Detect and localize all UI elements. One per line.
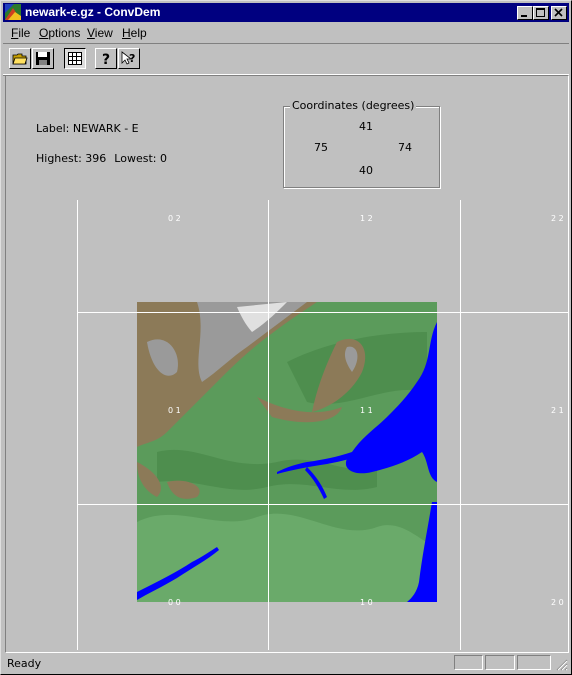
elevation-range: Highest: 396 Lowest: 0 [36,152,175,165]
coord-north: 41 [359,120,373,133]
title-bar[interactable]: newark-e.gz - ConvDem [3,3,569,22]
elevation-map[interactable] [137,302,437,602]
coord-east: 74 [398,141,412,154]
status-pane [454,655,483,670]
grid-line-v1 [268,200,269,650]
menu-options[interactable]: Options [39,26,80,40]
app-icon[interactable] [5,4,21,20]
menu-help[interactable]: Help [122,26,147,40]
app-window: newark-e.gz - ConvDem File Options View … [0,0,572,675]
folder-open-icon [12,53,28,65]
status-text: Ready [7,657,42,670]
grid-label: 1 0 [360,598,373,607]
save-button[interactable] [32,48,54,69]
svg-text:?: ? [129,52,135,65]
open-button[interactable] [9,48,31,69]
grid-line-h1 [77,504,568,505]
context-help-button[interactable]: ? [118,48,140,69]
coord-south: 40 [359,164,373,177]
menu-view[interactable]: View [87,26,113,40]
grid-label: 1 2 [360,214,373,223]
grid-label: 2 0 [551,598,564,607]
maximize-icon [536,8,545,17]
minimize-button[interactable] [517,6,533,20]
dem-label: Label: NEWARK - E [36,122,139,135]
grid-label: 2 2 [551,214,564,223]
grid-label: 2 1 [551,406,564,415]
grid-label: 0 2 [168,214,181,223]
window-title: newark-e.gz - ConvDem [25,5,161,19]
pointer-help-icon: ? [121,51,135,65]
grid-label: 0 0 [168,598,181,607]
close-button[interactable] [551,6,567,20]
dem-view[interactable]: Label: NEWARK - E Highest: 396 Lowest: 0 … [5,75,569,653]
grid-icon [68,52,82,65]
status-pane [517,655,551,670]
toolbar: ? ? [3,43,569,75]
coordinates-title: Coordinates (degrees) [290,99,417,112]
status-pane [485,655,515,670]
grid-label: 0 1 [168,406,181,415]
coord-west: 75 [314,141,328,154]
grid-line-h0 [77,312,568,313]
minimize-icon [521,15,527,17]
grid-line-v0 [77,200,78,650]
resize-grip-icon[interactable] [556,659,568,671]
about-button[interactable]: ? [95,48,117,69]
lowest-elevation: Lowest: 0 [114,152,167,165]
maximize-button[interactable] [533,6,549,20]
floppy-disk-icon [36,52,50,65]
grid-toggle-button[interactable] [64,48,86,69]
coordinates-group: Coordinates (degrees) 41 75 74 40 [283,99,440,188]
question-mark-icon: ? [102,52,110,66]
status-bar: Ready [3,654,569,672]
grid-line-v2 [460,200,461,650]
menu-file[interactable]: File [11,26,30,40]
grid-label: 1 1 [360,406,373,415]
svg-text:?: ? [102,52,110,66]
close-icon [554,8,563,17]
highest-elevation: Highest: 396 [36,152,107,165]
menu-bar: File Options View Help [3,23,569,42]
